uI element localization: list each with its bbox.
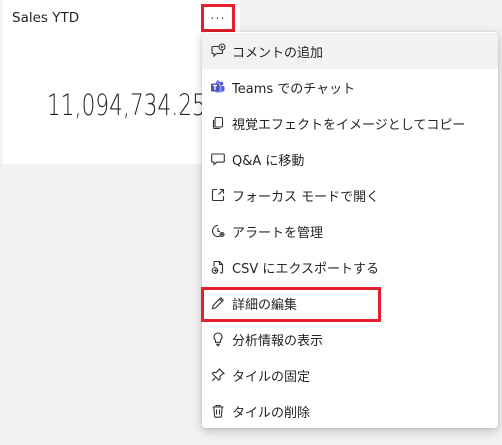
menu-item-view-insights[interactable]: 分析情報の表示 xyxy=(202,321,498,357)
teams-icon xyxy=(210,79,226,95)
menu-item-label: タイルの固定 xyxy=(232,369,311,385)
menu-item-label: Teams でのチャット xyxy=(232,81,356,97)
menu-item-label: フォーカス モードで開く xyxy=(232,189,380,205)
menu-item-label: 詳細の編集 xyxy=(232,297,298,313)
menu-item-add-comment[interactable]: コメントの追加 xyxy=(202,33,498,69)
menu-item-manage-alerts[interactable]: アラートを管理 xyxy=(202,213,498,249)
pin-icon xyxy=(210,367,226,383)
comment-add-icon xyxy=(210,43,226,59)
more-options-icon: ... xyxy=(210,8,226,23)
alert-manage-icon xyxy=(210,223,226,239)
export-csv-icon xyxy=(210,259,226,275)
menu-item-go-to-qna[interactable]: Q&A に移動 xyxy=(202,141,498,177)
tile-title: Sales YTD xyxy=(12,10,80,26)
chat-bubble-icon xyxy=(210,151,226,167)
focus-mode-icon xyxy=(210,187,226,203)
menu-item-export-csv[interactable]: CSV にエクスポートする xyxy=(202,249,498,285)
menu-item-teams-chat[interactable]: Teams でのチャット xyxy=(202,69,498,105)
menu-item-label: 視覚エフェクトをイメージとしてコピー xyxy=(232,117,466,133)
menu-item-label: コメントの追加 xyxy=(232,45,324,61)
tile-value: 11,094,734.25 xyxy=(47,88,206,122)
menu-item-pin-tile[interactable]: タイルの固定 xyxy=(202,357,498,393)
trash-icon xyxy=(210,403,226,419)
tile-context-menu: コメントの追加 Teams でのチャット 視覚エフェクトをイメージとしてコピー xyxy=(202,32,498,428)
pencil-icon xyxy=(210,295,226,311)
menu-item-label: アラートを管理 xyxy=(232,225,324,241)
more-options-button[interactable]: ... xyxy=(201,4,235,32)
menu-item-focus-mode[interactable]: フォーカス モードで開く xyxy=(202,177,498,213)
menu-item-label: タイルの削除 xyxy=(232,405,311,421)
lightbulb-icon xyxy=(210,331,226,347)
menu-item-label: 分析情報の表示 xyxy=(232,333,324,349)
menu-item-copy-visual[interactable]: 視覚エフェクトをイメージとしてコピー xyxy=(202,105,498,141)
menu-item-delete-tile[interactable]: タイルの削除 xyxy=(202,393,498,428)
menu-item-edit-details[interactable]: 詳細の編集 xyxy=(202,285,498,321)
menu-item-label: Q&A に移動 xyxy=(232,153,305,169)
copy-icon xyxy=(210,115,226,131)
menu-item-label: CSV にエクスポートする xyxy=(232,261,379,277)
